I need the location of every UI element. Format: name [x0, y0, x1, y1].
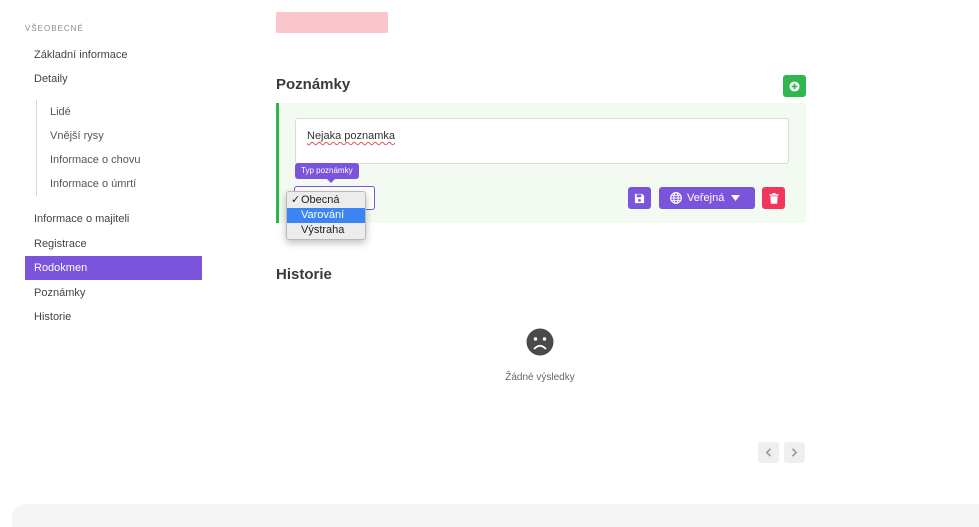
sad-face-icon — [526, 328, 554, 356]
empty-results-text: Žádné výsledky — [505, 372, 575, 383]
trash-icon — [769, 192, 778, 204]
note-type-option-obecna[interactable]: ✓Obecná — [287, 193, 365, 208]
note-type-tooltip: Typ poznámky — [295, 163, 359, 183]
add-note-button[interactable] — [783, 75, 806, 97]
sidebar-subitem-vnejsi-rysy[interactable]: Vnější rysy — [50, 125, 104, 147]
save-note-button[interactable] — [628, 187, 651, 209]
pagination-prev-button[interactable] — [758, 442, 779, 463]
sidebar-item-rodokmen[interactable]: Rodokmen — [25, 256, 202, 280]
visibility-dropdown-button[interactable]: Veřejná — [659, 187, 755, 209]
sidebar-item-registrace[interactable]: Registrace — [25, 232, 202, 256]
sidebar-subitem-lide[interactable]: Lidé — [50, 101, 71, 123]
visibility-label: Veřejná — [687, 192, 725, 204]
history-title: Historie — [276, 266, 332, 283]
chevron-left-icon — [765, 448, 772, 457]
note-type-option-vystraha[interactable]: Výstraha — [287, 223, 365, 238]
globe-icon — [670, 192, 682, 204]
pagination-next-button[interactable] — [784, 442, 805, 463]
chevron-right-icon — [791, 448, 798, 457]
sidebar-item-poznamky[interactable]: Poznámky — [25, 281, 202, 305]
caret-down-icon — [731, 195, 741, 201]
sidebar-item-historie[interactable]: Historie — [25, 305, 202, 329]
sidebar-section-title: VŠEOBECNÉ — [25, 24, 84, 33]
sidebar-item-zakladni-informace[interactable]: Základní informace — [25, 43, 202, 67]
option-label: Obecná — [301, 194, 340, 206]
checkmark: ✓ — [291, 194, 301, 206]
sidebar-subitem-informace-o-umrti[interactable]: Informace o úmrtí — [50, 173, 136, 195]
delete-note-button[interactable] — [762, 187, 785, 209]
note-type-dropdown: ✓Obecná Varování Výstraha — [286, 191, 366, 240]
sidebar-subitem-informace-o-chovu[interactable]: Informace o chovu — [50, 149, 141, 171]
alert-bar — [276, 12, 388, 33]
submenu-divider — [36, 100, 37, 196]
plus-circle-icon — [789, 80, 800, 92]
floppy-disk-icon — [634, 193, 645, 203]
notes-title: Poznámky — [276, 76, 351, 93]
footer-band — [12, 504, 979, 527]
note-type-option-varovani[interactable]: Varování — [287, 208, 365, 223]
option-label: Výstraha — [301, 224, 345, 236]
sidebar-item-informace-o-majiteli[interactable]: Informace o majiteli — [25, 207, 202, 231]
note-textarea[interactable]: Nejaka poznamka — [295, 118, 789, 164]
note-text: Nejaka poznamka — [307, 130, 396, 142]
sidebar-item-detaily[interactable]: Detaily — [25, 67, 202, 91]
option-label: Varování — [301, 209, 345, 221]
